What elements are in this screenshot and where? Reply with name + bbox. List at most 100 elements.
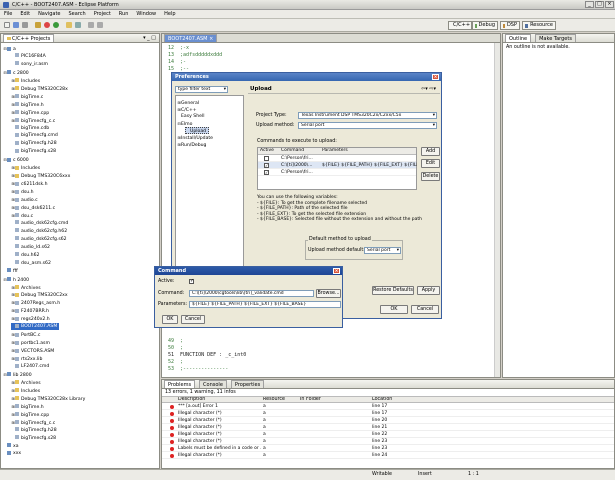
ok-button[interactable]: OK	[380, 305, 408, 314]
tree-item[interactable]: ⊞ PortBC.c	[11, 331, 40, 338]
menu-help[interactable]: Help	[164, 11, 175, 17]
tree-item[interactable]: dsu.h62	[11, 252, 39, 259]
problem-row[interactable]: Illegal character (*) a line 24	[162, 452, 614, 459]
tree-item[interactable]: ⊞ F2407BRR.h	[11, 307, 49, 314]
project-type-select[interactable]: Texas Instrument DSP TMS320C2x/C2xx/C5x …	[298, 112, 437, 119]
pref-tree-item[interactable]: ⊞Run/Debug	[177, 141, 206, 148]
tree-item[interactable]: ⊞ Includes	[11, 164, 40, 171]
tab-cpp-projects[interactable]: C/C++ Projects	[3, 34, 55, 42]
run-icon[interactable]	[53, 22, 59, 28]
perspective-dsp[interactable]: DSP	[500, 21, 520, 30]
active-checkbox[interactable]: ✓	[264, 163, 269, 168]
active-checkbox[interactable]	[264, 156, 269, 161]
tab-console[interactable]: Console	[199, 380, 227, 388]
col-command[interactable]: Command	[281, 148, 304, 154]
problem-row[interactable]: Illegal character (*) a line 17	[162, 410, 614, 417]
menu-file[interactable]: File	[4, 11, 12, 17]
menu-navigate[interactable]: Navigate	[38, 11, 60, 17]
tree-item[interactable]: PIC16F84A	[11, 53, 46, 60]
tab-make-targets[interactable]: Make Targets	[535, 34, 576, 42]
tree-item[interactable]: bigTimecfg.h28	[11, 427, 57, 434]
edit-button[interactable]: Edit	[421, 159, 440, 168]
pref-tree-item[interactable]: Upload	[185, 127, 210, 134]
menu-project[interactable]: Project	[94, 11, 111, 17]
tree-item[interactable]: bigTimecfg.cmd	[11, 132, 58, 139]
tree-item[interactable]: bigTime.cdb	[11, 125, 49, 132]
tree-item[interactable]: sony_ir.asm	[11, 61, 48, 68]
menu-window[interactable]: Window	[136, 11, 156, 17]
new-icon[interactable]	[4, 22, 10, 28]
tree-item[interactable]: ⊞ Debug TMS320C2xx	[11, 291, 67, 298]
tree-item[interactable]: ⊟ lib 2800	[3, 371, 31, 378]
tab-boot2407-asm[interactable]: BOOT2407.ASM ×	[164, 34, 218, 42]
minimize-button[interactable]: _	[585, 1, 594, 8]
problem-row[interactable]: Illegal character (*) a line 23	[162, 438, 614, 445]
perspective-c-c-[interactable]: C/C++	[448, 21, 472, 30]
build-icon[interactable]	[35, 22, 41, 28]
col-active[interactable]: Active	[260, 148, 274, 154]
tree-item[interactable]: ⊟ c 2800	[3, 69, 28, 76]
default-method-select[interactable]: Serial port ▾	[364, 247, 401, 254]
parameters-input[interactable]: ${FILE} ${FILE_PATH} ${FILE_EXT} ${FILE_…	[189, 301, 341, 308]
tree-item[interactable]: ⊞ rts2xx.lib	[11, 355, 42, 362]
close-button[interactable]: ×	[605, 1, 614, 8]
command-row[interactable]: ✓ C:\Person\fri...	[258, 169, 416, 176]
problem-row[interactable]: Labels must be defined in a code or ... a…	[162, 445, 614, 452]
pref-tree-item[interactable]: ⊞Install/Update	[177, 134, 213, 141]
add-button[interactable]: Add	[421, 147, 440, 156]
tree-item[interactable]: ⊞ portbc1.asm	[11, 339, 50, 346]
pref-tree-item[interactable]: Easy Shell	[177, 113, 205, 120]
active-checkbox[interactable]: ✓	[189, 279, 194, 284]
search-icon[interactable]	[75, 22, 81, 28]
browse-button[interactable]: Browse...	[316, 289, 341, 298]
forward-icon[interactable]	[97, 22, 103, 28]
tree-item[interactable]: LF2407.cmd	[11, 363, 49, 370]
tree-item[interactable]: fff	[3, 268, 18, 275]
tree-item[interactable]: xxx	[3, 450, 21, 457]
tree-item[interactable]: ⊞ dsu.h	[11, 188, 33, 195]
menu-search[interactable]: Search	[69, 11, 86, 17]
delete-button[interactable]: Delete	[421, 172, 440, 181]
pref-tree-item[interactable]: ⊞C/C++	[177, 106, 196, 113]
tree-item[interactable]: ⊞ bigTime.cpp	[11, 411, 49, 418]
dialog-close-button[interactable]: ×	[432, 74, 439, 80]
cancel-button[interactable]: Cancel	[411, 305, 439, 314]
tree-item[interactable]: ⊞ dsu_dsk6211.c	[11, 204, 55, 211]
active-checkbox[interactable]: ✓	[264, 170, 269, 175]
tree-item[interactable]: ⊞ Includes	[11, 387, 40, 394]
menu-edit[interactable]: Edit	[20, 11, 30, 17]
col-parameters[interactable]: Parameters	[322, 148, 348, 154]
tree-item[interactable]: ⊞ Debug TMS320C28x Library	[11, 395, 85, 402]
debug-icon[interactable]	[44, 22, 50, 28]
tree-item[interactable]: ⊞ dsu.c	[11, 212, 33, 219]
filter-input[interactable]: type filter text ▾	[175, 86, 228, 93]
tree-item[interactable]: bigTimecfg.s28	[11, 435, 56, 442]
tab-outline[interactable]: Outline	[505, 34, 532, 42]
tree-item[interactable]: ⊞ bigTime.h	[11, 403, 43, 410]
tree-item[interactable]: ⊟ c 6000	[3, 156, 28, 163]
tree-item[interactable]: ⊞ VECTORS.ASM	[11, 347, 54, 354]
perspective-debug[interactable]: Debug	[472, 21, 498, 30]
tree-item[interactable]: ⊟ a	[3, 45, 16, 52]
editor-scrollbar[interactable]	[494, 43, 500, 377]
back-icon[interactable]	[88, 22, 94, 28]
tree-item[interactable]: ⊞ Archives	[11, 284, 40, 291]
tree-item[interactable]: ⊞ audio.c	[11, 196, 37, 203]
problem-row[interactable]: *** [a.out] Error 1 a line 17	[162, 403, 614, 410]
command-cancel-button[interactable]: Cancel	[181, 315, 205, 324]
tree-item[interactable]: ⊞ regs240x2.h	[11, 315, 49, 322]
print-icon[interactable]	[22, 22, 28, 28]
tree-item[interactable]: audio_dsk62cfg.cmd	[11, 220, 68, 227]
view-menu-icon[interactable]: ▾ _ □	[143, 35, 156, 41]
maximize-button[interactable]: □	[595, 1, 604, 8]
problem-row[interactable]: Illegal character (*) a line 20	[162, 417, 614, 424]
upload-method-select[interactable]: Serial port ▾	[298, 122, 437, 129]
pref-tree-item[interactable]: ⊞General	[177, 99, 199, 106]
tree-item[interactable]: ⊞ c6211dsk.h	[11, 180, 47, 187]
problem-row[interactable]: Illegal character (*) a line 21	[162, 424, 614, 431]
tree-item[interactable]: ⊞ bigTime.c	[11, 93, 43, 100]
command-row[interactable]: C:\Person\fri...	[258, 155, 416, 162]
tree-item[interactable]: bigTimecfg.s28	[11, 148, 56, 155]
command-input[interactable]: C:\[ti]\2000\cgtools\lib\[tri]_validate.…	[189, 290, 314, 297]
tree-item[interactable]: ⊞ bigTimecfg_c.c	[11, 419, 55, 426]
